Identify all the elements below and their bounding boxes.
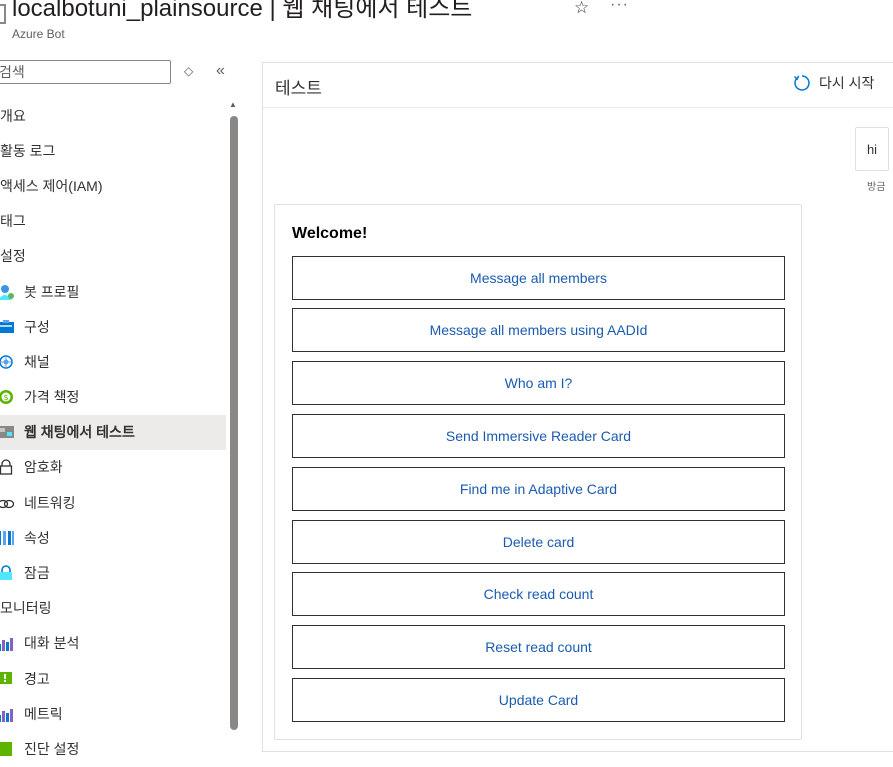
alert-icon	[0, 671, 14, 687]
reset-read-count-button[interactable]: Reset read count	[292, 625, 785, 669]
update-card-button[interactable]: Update Card	[292, 678, 785, 722]
sidebar-item-networking[interactable]: 네트워킹	[0, 485, 226, 520]
networking-icon	[0, 495, 15, 511]
channels-icon	[0, 354, 14, 370]
sidebar-section-monitoring[interactable]: 모니터링	[0, 591, 226, 626]
sidebar-item-encryption[interactable]: 암호화	[0, 450, 226, 485]
more-options-button[interactable]: ···	[610, 0, 629, 14]
sidebar-item-conversation-analytics[interactable]: 대화 분석	[0, 626, 226, 661]
webchat-panel: 테스트 다시 시작 hi 방금 Welcome! Message all mem…	[262, 62, 893, 752]
sort-icon[interactable]: ◇	[184, 64, 193, 78]
scroll-up-icon[interactable]: ▲	[229, 100, 237, 109]
webchat-icon	[0, 424, 14, 440]
search-input[interactable]	[0, 60, 171, 84]
metrics-icon	[0, 706, 14, 722]
star-icon[interactable]: ☆	[574, 0, 589, 18]
sidebar-item-channels[interactable]: 채널	[0, 344, 226, 379]
sidebar: ◇ « 개요 활동 로그 액세스 제어(IAM) 태그 설정 봇 프로필 구성 …	[0, 60, 245, 757]
properties-icon	[0, 530, 14, 546]
sidebar-item-overview[interactable]: 개요	[0, 98, 226, 133]
sidebar-item-diagnostic-settings[interactable]: 진단 설정	[0, 731, 226, 766]
message-all-members-aadid-button[interactable]: Message all members using AADId	[292, 308, 785, 352]
diagnostics-icon	[0, 741, 14, 757]
sidebar-item-pricing[interactable]: $ 가격 책정	[0, 380, 226, 415]
panel-divider	[263, 107, 893, 108]
scrollbar-thumb[interactable]	[230, 116, 238, 730]
message-all-members-button[interactable]: Message all members	[292, 256, 785, 300]
resource-type: Azure Bot	[12, 27, 65, 41]
locks-icon	[0, 565, 14, 581]
find-me-in-adaptive-card-button[interactable]: Find me in Adaptive Card	[292, 467, 785, 511]
restart-button[interactable]: 다시 시작	[793, 73, 874, 93]
sidebar-item-properties[interactable]: 속성	[0, 520, 226, 555]
sidebar-item-iam[interactable]: 액세스 제어(IAM)	[0, 168, 226, 203]
card-title: Welcome!	[292, 225, 368, 242]
sidebar-item-activity-log[interactable]: 활동 로그	[0, 133, 226, 168]
lock-icon	[0, 459, 14, 476]
sidebar-item-bot-profile[interactable]: 봇 프로필	[0, 274, 226, 309]
panel-title: 테스트	[275, 79, 322, 98]
send-immersive-reader-card-button[interactable]: Send Immersive Reader Card	[292, 414, 785, 458]
refresh-icon	[793, 75, 810, 91]
sidebar-item-metrics[interactable]: 메트릭	[0, 696, 226, 731]
sidebar-item-configuration[interactable]: 구성	[0, 309, 226, 344]
message-timestamp: 방금	[867, 182, 886, 193]
page-header: localbotuni_plainsource | 웹 채팅에서 테스트 ☆ ·…	[0, 0, 893, 60]
sidebar-item-locks[interactable]: 잠금	[0, 555, 226, 590]
check-read-count-button[interactable]: Check read count	[292, 572, 785, 616]
sidebar-section-settings[interactable]: 설정	[0, 239, 226, 274]
restart-label: 다시 시작	[819, 75, 875, 91]
resource-icon	[0, 4, 6, 24]
sidebar-nav: 개요 활동 로그 액세스 제어(IAM) 태그 설정 봇 프로필 구성 채널 $	[0, 98, 226, 767]
sidebar-item-alerts[interactable]: 경고	[0, 661, 226, 696]
adaptive-card: Welcome! Message all members Message all…	[274, 204, 802, 740]
who-am-i-button[interactable]: Who am I?	[292, 361, 785, 405]
collapse-sidebar-icon[interactable]: «	[216, 62, 225, 80]
delete-card-button[interactable]: Delete card	[292, 520, 785, 564]
sidebar-scrollbar[interactable]: ▲	[229, 100, 238, 743]
svg-text:$: $	[3, 393, 8, 402]
user-message-text: hi	[866, 141, 878, 157]
page-title: localbotuni_plainsource | 웹 채팅에서 테스트	[12, 0, 473, 22]
configuration-icon	[0, 319, 14, 335]
analytics-icon	[0, 635, 14, 652]
pricing-icon: $	[0, 389, 14, 405]
bot-profile-icon	[0, 284, 14, 300]
sidebar-item-tags[interactable]: 태그	[0, 204, 226, 239]
user-message-bubble: hi	[855, 127, 889, 171]
sidebar-item-test-webchat[interactable]: 웹 채팅에서 테스트	[0, 414, 226, 450]
